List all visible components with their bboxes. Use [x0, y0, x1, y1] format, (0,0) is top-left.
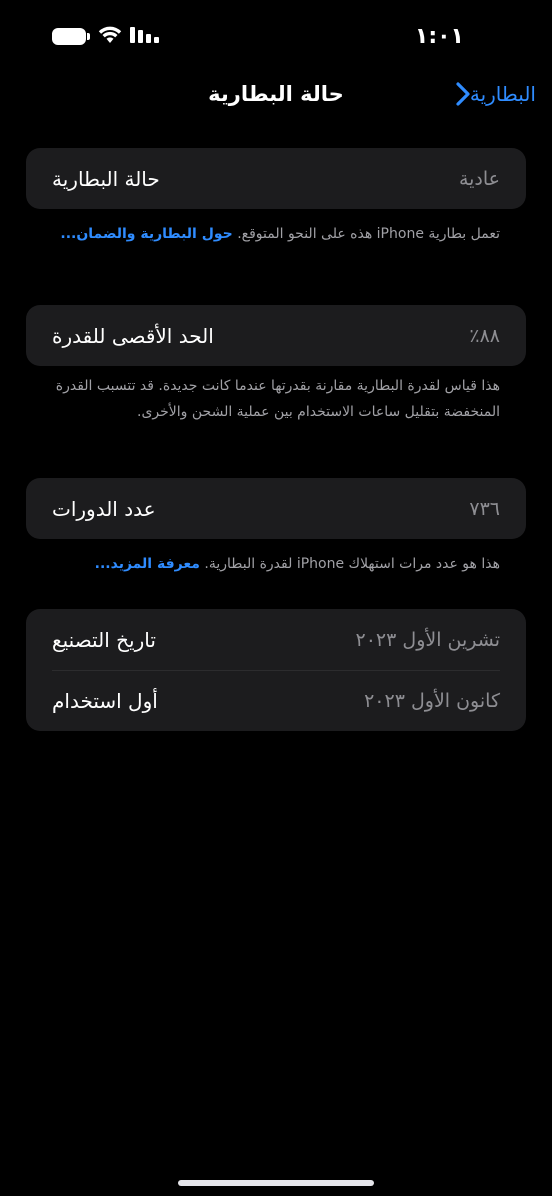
back-button[interactable]: البطارية	[448, 82, 536, 106]
dates-card: تاريخ التصنيع تشرين الأول ٢٠٢٣ أول استخد…	[26, 609, 526, 731]
back-button-label: البطارية	[469, 82, 536, 106]
max-capacity-label: الحد الأقصى للقدرة	[52, 323, 214, 348]
battery-health-footnote: تعمل بطارية iPhone هذه على النحو المتوقع…	[52, 221, 500, 247]
max-capacity-value: ٨٨٪	[469, 324, 500, 347]
manufacture-date-label: تاريخ التصنيع	[52, 627, 156, 652]
cycle-count-value: ٧٣٦	[469, 497, 500, 520]
cycle-count-footnote-text: هذا هو عدد مرات استهلاك iPhone لقدرة الب…	[204, 556, 500, 572]
max-capacity-footnote: هذا قياس لقدرة البطارية مقارنة بقدرتها ع…	[55, 378, 500, 420]
status-time: ١:٠١	[414, 24, 464, 49]
manufacture-date-value: تشرين الأول ٢٠٢٣	[355, 628, 500, 651]
status-bar: ١:٠١	[0, 22, 552, 56]
cycle-count-label: عدد الدورات	[52, 496, 156, 521]
cycle-count-card: عدد الدورات ٧٣٦	[26, 478, 526, 539]
wifi-icon	[98, 26, 122, 43]
manufacture-date-row: تاريخ التصنيع تشرين الأول ٢٠٢٣	[26, 609, 526, 670]
cycle-count-footnote: هذا هو عدد مرات استهلاك iPhone لقدرة الب…	[52, 551, 500, 577]
chevron-back-icon	[456, 82, 470, 106]
home-indicator[interactable]	[178, 1180, 374, 1186]
battery-health-value: عادية	[458, 167, 500, 190]
battery-status-icon	[52, 28, 90, 45]
max-capacity-card: الحد الأقصى للقدرة ٨٨٪	[26, 305, 526, 366]
battery-health-label: حالة البطارية	[52, 166, 160, 191]
first-use-label: أول استخدام	[52, 688, 158, 713]
max-capacity-row: الحد الأقصى للقدرة ٨٨٪	[26, 305, 526, 366]
battery-health-row: حالة البطارية عادية	[26, 148, 526, 209]
battery-health-card: حالة البطارية عادية	[26, 148, 526, 209]
battery-warranty-link[interactable]: حول البطارية والضمان...	[60, 226, 232, 242]
cellular-signal-icon	[130, 27, 159, 43]
first-use-value: كانون الأول ٢٠٢٣	[364, 689, 500, 712]
learn-more-link[interactable]: معرفة المزيد...	[95, 556, 200, 572]
nav-bar: حالة البطارية البطارية	[0, 76, 552, 120]
battery-health-footnote-text: تعمل بطارية iPhone هذه على النحو المتوقع…	[237, 226, 500, 242]
screen: ١:٠١ حالة البطارية البطارية حالة البطاري…	[0, 0, 552, 1196]
first-use-row: أول استخدام كانون الأول ٢٠٢٣	[26, 670, 526, 731]
cycle-count-row: عدد الدورات ٧٣٦	[26, 478, 526, 539]
